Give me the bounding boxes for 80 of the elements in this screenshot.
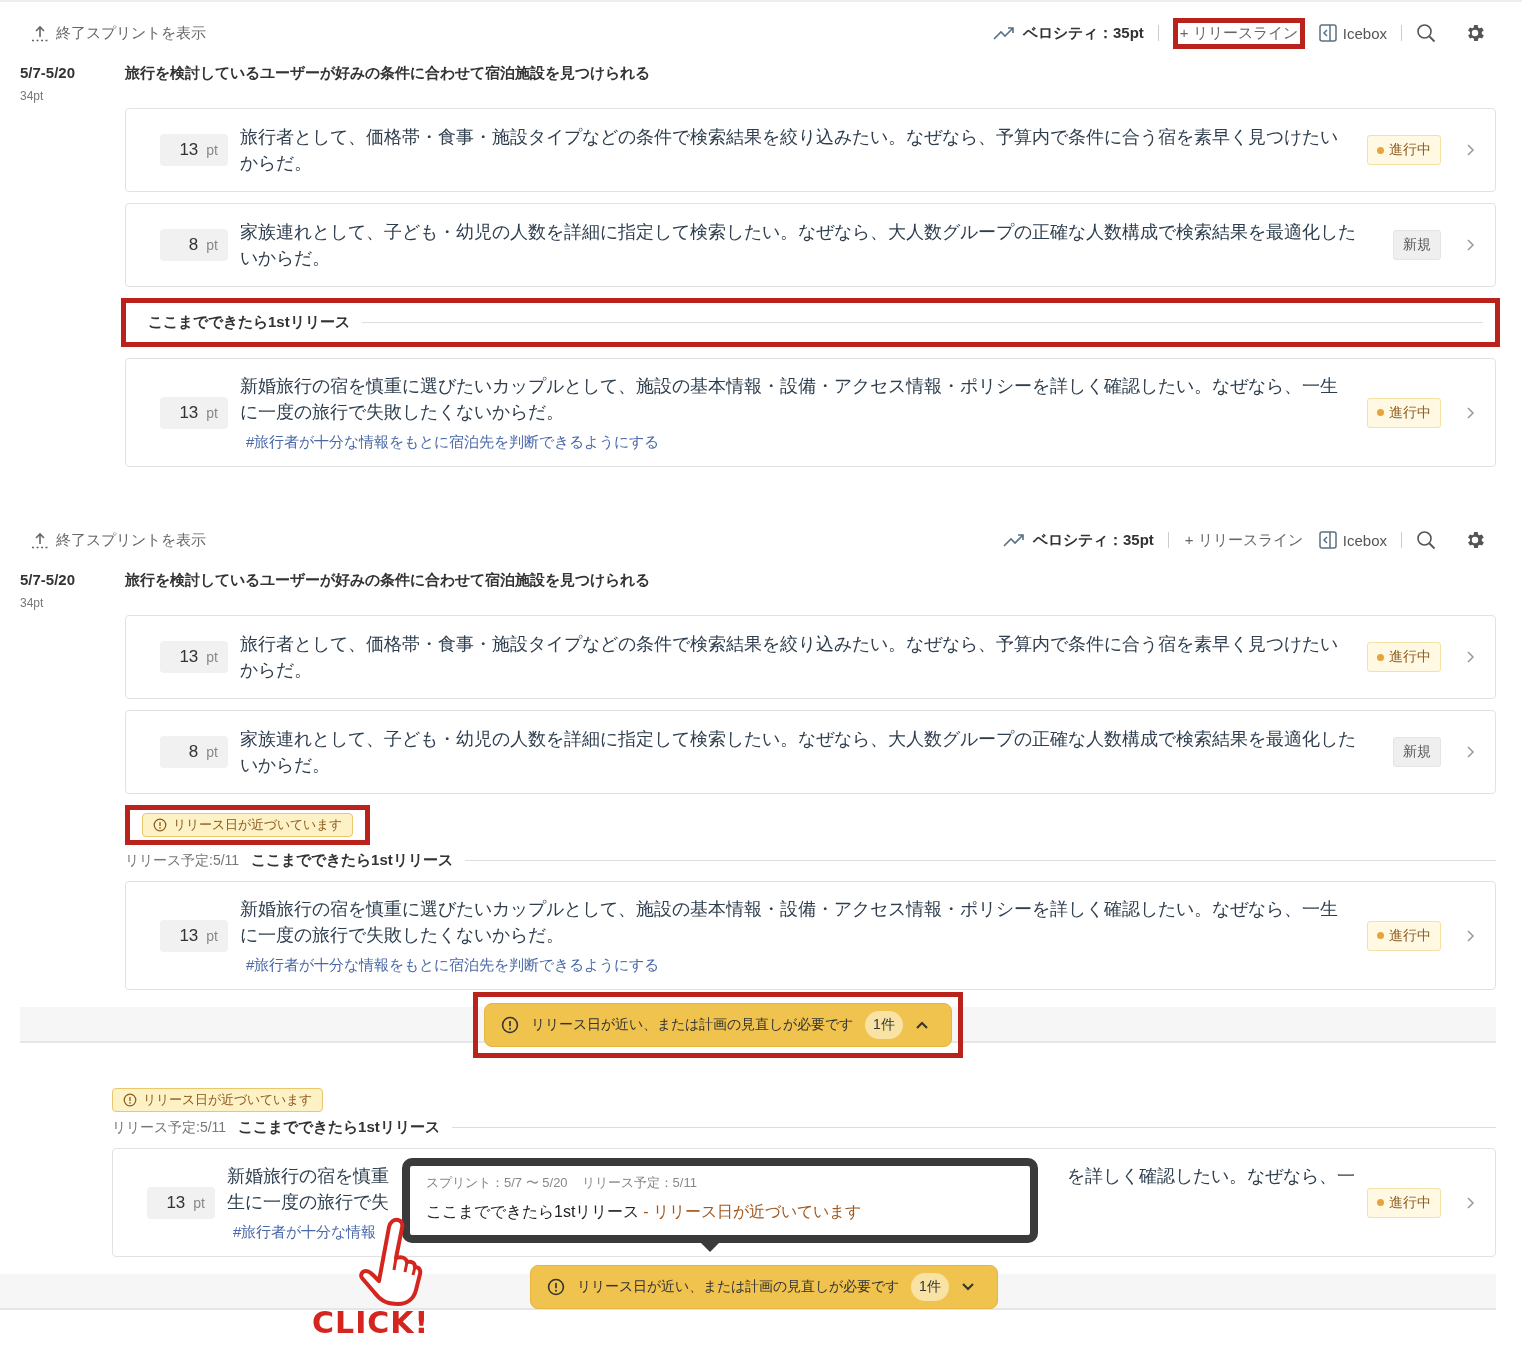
story-card[interactable]: 8 pt 家族連れとして、子ども・幼児の人数を詳細に指定して検索したい。なぜなら、大人数グループの正確な人数構成で検索結果を最適化したいからだ。 新規 bbox=[125, 710, 1496, 794]
warning-icon bbox=[123, 1093, 137, 1107]
chevron-right-icon[interactable] bbox=[1465, 744, 1475, 760]
chevron-right-icon[interactable] bbox=[1465, 1194, 1475, 1211]
tooltip-release-title: ここまでできたら1stリリース bbox=[426, 1202, 640, 1222]
count-badge: 1件 bbox=[911, 1273, 949, 1301]
story-text: 旅行者として、価格帯・食事・施設タイプなどの条件で検索結果を絞り込みたい。なぜなら、予算内で条件に合う宿を素早く見つけたいからだ。 bbox=[240, 633, 1339, 682]
story-text: 新婚旅行の宿を慎重に選びたいカップルとして、施設の基本情報・設備・アクセス情報・ポリシーを詳しく確認したい。なぜなら、一生に一度の旅行で失敗したくないからだ。 bbox=[240, 898, 1339, 947]
release-line-title: ここまでできたら1stリリース bbox=[251, 851, 453, 870]
status-badge: 新規 bbox=[1393, 230, 1441, 260]
story-text: を詳しく確認したい。なぜなら、一 bbox=[1067, 1165, 1355, 1188]
story-text: 家族連れとして、子ども・幼児の人数を詳細に指定して検索したい。なぜなら、大人数グループの正確な人数構成で検索結果を最適化したいからだ。 bbox=[240, 221, 1357, 270]
search-icon[interactable] bbox=[1416, 530, 1436, 550]
side-panel-icon bbox=[1318, 531, 1337, 549]
count-badge: 1件 bbox=[865, 1011, 903, 1039]
tooltip-sprint: スプリント：5/7 〜 5/20 bbox=[426, 1174, 568, 1192]
chevron-right-icon[interactable] bbox=[1465, 649, 1475, 665]
upload-arrow-icon bbox=[30, 24, 50, 42]
release-warning-badge: リリース日が近づいています bbox=[112, 1088, 323, 1112]
story-points-badge: 13 pt bbox=[147, 1186, 215, 1219]
epic-tag-link[interactable]: #旅行者が十分な情報をもとに宿泊先を判断できるようにする bbox=[240, 433, 1355, 452]
velocity-label: ベロシティ：35pt bbox=[1033, 530, 1154, 550]
chevron-right-icon[interactable] bbox=[1465, 237, 1475, 253]
tooltip-warning: - リリース日が近づいています bbox=[643, 1202, 862, 1222]
sprint-dates: 5/7-5/20 bbox=[20, 64, 77, 81]
chevron-right-icon[interactable] bbox=[1465, 927, 1475, 944]
release-line-title: ここまでできたら1stリリース bbox=[148, 313, 350, 332]
status-badge: 進行中 bbox=[1367, 1187, 1441, 1218]
velocity-label: ベロシティ：35pt bbox=[1023, 23, 1144, 43]
story-text: 家族連れとして、子ども・幼児の人数を詳細に指定して検索したい。なぜなら、大人数グループの正確な人数構成で検索結果を最適化したいからだ。 bbox=[240, 728, 1357, 777]
story-card[interactable]: 13 pt 旅行者として、価格帯・食事・施設タイプなどの条件で検索結果を絞り込みたい。なぜなら、予算内で条件に合う宿を素早く見つけたいからだ。 進行中 bbox=[125, 108, 1496, 192]
story-card[interactable]: 8 pt 家族連れとして、子ども・幼児の人数を詳細に指定して検索したい。なぜなら、大人数グループの正確な人数構成で検索結果を最適化したいからだ。 新規 bbox=[125, 203, 1496, 287]
status-badge: 進行中 bbox=[1367, 642, 1441, 672]
story-text: 旅行者として、価格帯・食事・施設タイプなどの条件で検索結果を絞り込みたい。なぜなら、予算内で条件に合う宿を素早く見つけたいからだ。 bbox=[240, 126, 1339, 175]
warning-icon bbox=[501, 1016, 520, 1034]
story-card[interactable]: 13 pt 新婚旅行の宿を慎重に選びたいカップルとして、施設の基本情報・設備・アクセス情報・ポリシーを詳しく確認したい。なぜなら、一生に一度の旅行で失敗したくないからだ。 #旅行者が十分な情報をもとに宿泊先を判断できるようにする 進行中 bbox=[125, 881, 1496, 990]
chevron-right-icon[interactable] bbox=[1465, 142, 1475, 158]
trend-up-icon bbox=[1003, 532, 1027, 548]
search-icon[interactable] bbox=[1416, 23, 1436, 43]
release-warning-badge: リリース日が近づいています bbox=[142, 813, 353, 837]
status-badge: 進行中 bbox=[1367, 920, 1441, 951]
story-points-badge: 13 pt bbox=[160, 919, 228, 952]
upload-arrow-icon bbox=[30, 531, 50, 549]
chevron-right-icon[interactable] bbox=[1465, 404, 1475, 421]
status-badge: 新規 bbox=[1393, 737, 1441, 767]
add-release-line-button[interactable]: + リリースライン bbox=[1182, 529, 1305, 551]
warning-icon bbox=[153, 818, 167, 832]
status-badge: 進行中 bbox=[1367, 135, 1441, 165]
story-card[interactable]: 13 pt 旅行者として、価格帯・食事・施設タイプなどの条件で検索結果を絞り込みたい。なぜなら、予算内で条件に合う宿を素早く見つけたいからだ。 進行中 bbox=[125, 615, 1496, 699]
story-card[interactable]: 13 pt 新婚旅行の宿を慎重に選びたいカップルとして、施設の基本情報・設備・アクセス情報・ポリシーを詳しく確認したい。なぜなら、一生に一度の旅行で失敗したくないからだ。 #旅行者が十分な情報をもとに宿泊先を判断できるようにする 進行中 bbox=[125, 358, 1496, 467]
status-badge: 進行中 bbox=[1367, 397, 1441, 428]
story-text: 生に一度の旅行で失 bbox=[227, 1191, 389, 1214]
side-panel-icon bbox=[1318, 24, 1337, 42]
sprint-dates: 5/7-5/20 bbox=[20, 571, 77, 588]
story-points-badge: 13 pt bbox=[160, 641, 228, 673]
show-ended-sprints-link[interactable]: 終了スプリントを表示 bbox=[56, 530, 206, 550]
show-ended-sprints-link[interactable]: 終了スプリントを表示 bbox=[56, 23, 206, 43]
sprint-points: 34pt bbox=[20, 596, 45, 610]
epic-title: 旅行を検討しているユーザーが好みの条件に合わせて宿泊施設を見つけられる bbox=[125, 64, 651, 83]
release-alert-bar[interactable]: リリース日が近い、または計画の見直しが必要です 1件 bbox=[484, 1003, 952, 1047]
story-text: 新婚旅行の宿を慎重に選びたいカップルとして、施設の基本情報・設備・アクセス情報・ポリシーを詳しく確認したい。なぜなら、一生に一度の旅行で失敗したくないからだ。 bbox=[240, 375, 1339, 424]
release-alert-bar[interactable]: リリース日が近い、または計画の見直しが必要です 1件 bbox=[530, 1265, 998, 1309]
release-date-label: リリース予定:5/11 bbox=[112, 1118, 227, 1137]
release-line-title: ここまでできたら1stリリース bbox=[238, 1118, 440, 1137]
click-annotation: CLICK! bbox=[312, 1308, 430, 1338]
add-release-line-button[interactable]: + リリースライン bbox=[1177, 22, 1300, 44]
story-points-badge: 13 pt bbox=[160, 396, 228, 429]
icebox-button[interactable]: Icebox bbox=[1318, 531, 1387, 549]
sprint-points: 34pt bbox=[20, 89, 45, 103]
icebox-button[interactable]: Icebox bbox=[1318, 24, 1387, 42]
trend-up-icon bbox=[993, 25, 1017, 41]
tooltip-release-date: リリース予定：5/11 bbox=[581, 1174, 697, 1192]
epic-title: 旅行を検討しているユーザーが好みの条件に合わせて宿泊施設を見つけられる bbox=[125, 571, 651, 590]
release-date-label: リリース予定:5/11 bbox=[125, 851, 240, 870]
story-points-badge: 13 pt bbox=[160, 134, 228, 166]
story-points-badge: 8 pt bbox=[160, 229, 228, 261]
story-points-badge: 8 pt bbox=[160, 736, 228, 768]
warning-icon bbox=[547, 1278, 566, 1296]
story-text: 新婚旅行の宿を慎重 bbox=[227, 1165, 389, 1188]
epic-tag-link[interactable]: #旅行者が十分な情報をもとに宿泊先を判断できるようにする bbox=[240, 956, 1355, 975]
